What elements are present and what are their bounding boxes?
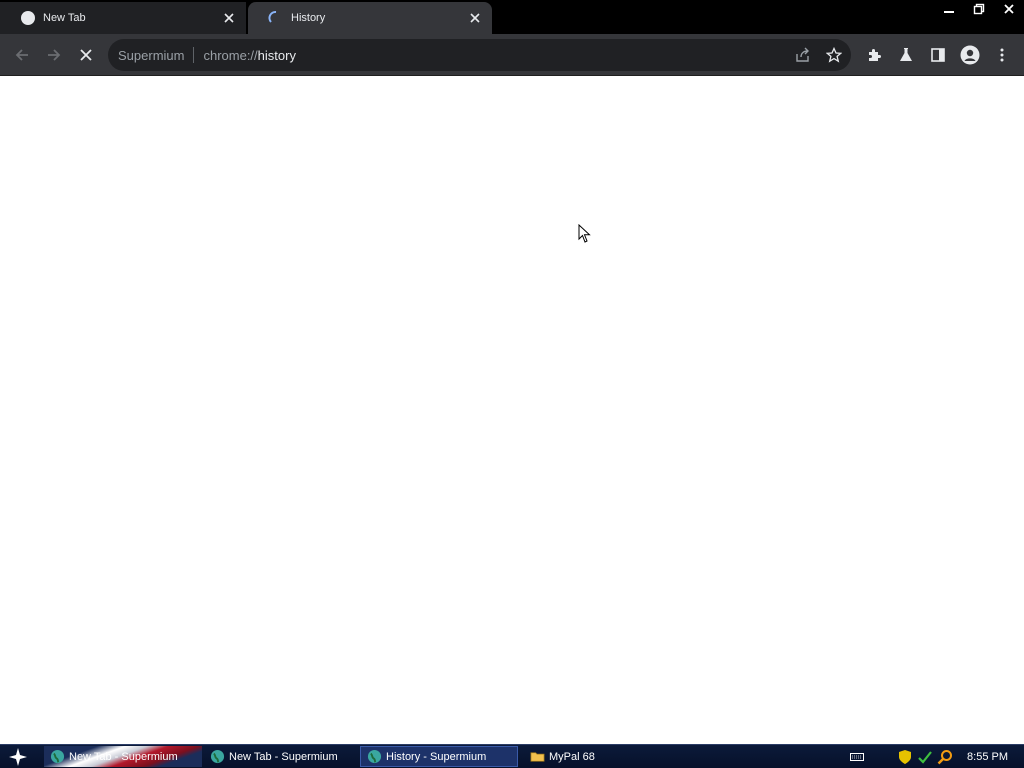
bookmark-star-icon[interactable] xyxy=(825,46,843,66)
network-icon[interactable] xyxy=(917,749,933,765)
shield-icon[interactable] xyxy=(897,749,913,765)
extensions-button[interactable] xyxy=(862,43,886,67)
start-button[interactable] xyxy=(4,745,32,768)
taskbar-item-label: New Tab - Supermium xyxy=(69,750,178,763)
globe-icon xyxy=(21,11,35,25)
menu-button[interactable] xyxy=(990,43,1014,67)
puzzle-icon xyxy=(869,49,881,61)
tab-history[interactable]: History xyxy=(248,2,492,34)
arrow-left-icon xyxy=(15,49,28,61)
omnibox-divider xyxy=(193,47,195,63)
taskbar-item-label: New Tab - Supermium xyxy=(229,750,338,763)
back-button[interactable] xyxy=(10,43,34,67)
search-icon[interactable] xyxy=(937,749,953,765)
tab-new-tab[interactable]: New Tab xyxy=(0,2,246,34)
avatar-icon xyxy=(960,45,980,65)
arrow-right-icon xyxy=(48,49,61,61)
url-scheme: chrome:// xyxy=(203,47,258,63)
keyboard-icon[interactable] xyxy=(849,749,865,765)
tab-title: History xyxy=(291,12,326,24)
browser-toolbar: Supermium chrome://history xyxy=(0,34,1024,76)
minimize-button[interactable] xyxy=(934,0,964,18)
restore-icon xyxy=(973,3,985,15)
close-icon xyxy=(80,49,92,61)
tab-title: New Tab xyxy=(43,12,86,24)
taskbar-item[interactable]: New Tab - Supermium xyxy=(204,746,358,767)
taskbar-item[interactable]: New Tab - Supermium xyxy=(44,746,202,767)
globe-icon xyxy=(210,749,225,764)
close-tab-icon[interactable] xyxy=(222,11,236,25)
close-window-button[interactable] xyxy=(994,0,1024,18)
tab-strip: New Tab History xyxy=(0,0,1024,34)
side-panel-button[interactable] xyxy=(926,43,950,67)
mouse-cursor-icon xyxy=(578,224,591,243)
close-tab-icon[interactable] xyxy=(468,11,482,25)
taskbar-item[interactable]: MyPal 68 xyxy=(524,746,644,767)
taskbar-item-label: History - Supermium xyxy=(386,750,487,763)
labs-button[interactable] xyxy=(894,43,918,67)
address-bar[interactable]: Supermium chrome://history xyxy=(108,39,851,71)
side-panel-icon xyxy=(931,48,945,62)
page-content[interactable] xyxy=(0,76,1024,744)
window-controls xyxy=(934,0,1024,18)
kebab-menu-icon xyxy=(1000,48,1004,62)
system-tray: 8:55 PM xyxy=(847,745,1024,768)
profile-button[interactable] xyxy=(958,43,982,67)
omnibox-site-chip: Supermium xyxy=(118,47,185,63)
globe-icon xyxy=(50,749,65,764)
clock[interactable]: 8:55 PM xyxy=(967,751,1008,763)
restore-button[interactable] xyxy=(964,0,994,18)
loading-spinner-icon xyxy=(268,11,277,23)
star-icon xyxy=(9,747,27,766)
close-icon xyxy=(1004,4,1014,14)
taskbar-item-active[interactable]: History - Supermium xyxy=(360,746,518,767)
minimize-icon xyxy=(944,11,954,13)
folder-icon xyxy=(530,752,545,762)
taskbar: New Tab - Supermium New Tab - Supermium … xyxy=(0,744,1024,768)
globe-icon xyxy=(367,749,382,764)
url-path: history xyxy=(257,47,296,63)
stop-loading-button[interactable] xyxy=(74,43,98,67)
forward-button[interactable] xyxy=(42,43,66,67)
flask-icon xyxy=(900,48,912,61)
taskbar-item-label: MyPal 68 xyxy=(549,750,595,763)
share-icon[interactable] xyxy=(795,47,811,66)
